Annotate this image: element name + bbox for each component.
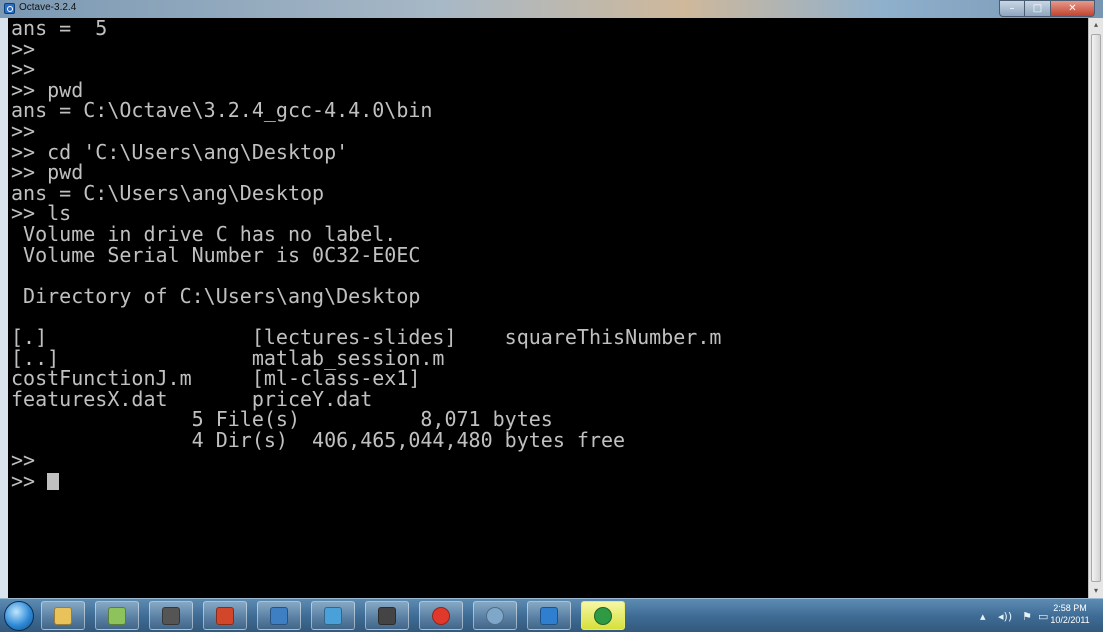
octave-app-icon xyxy=(4,3,15,14)
console-line: >> xyxy=(8,59,1088,80)
minimize-button[interactable]: – xyxy=(999,0,1025,17)
scroll-thumb[interactable] xyxy=(1091,34,1101,582)
console-line: [..] matlab_session.m xyxy=(8,347,1088,369)
camera-icon xyxy=(378,606,396,625)
scroll-down-arrow-icon[interactable]: ▾ xyxy=(1089,584,1103,598)
console-line-text: Volume Serial Number is 0C32-E0EC xyxy=(11,242,421,267)
console-line: Volume Serial Number is 0C32-E0EC xyxy=(8,242,1088,267)
action-center-flag-icon[interactable]: ⚑ xyxy=(1022,610,1032,623)
network-icon xyxy=(270,606,288,625)
connection-icon xyxy=(324,606,342,625)
console-line: >> xyxy=(8,450,1088,471)
octave-window: Octave-3.2.4 – □ ✕ ans = 5 >> >> >> pwd ans … xyxy=(0,0,1103,598)
console-line: >> pwd xyxy=(8,162,1088,183)
notepad-icon xyxy=(108,606,126,625)
vertical-scrollbar[interactable]: ▴ ▾ xyxy=(1088,18,1103,598)
chrome-icon xyxy=(432,606,450,625)
console-line: >> ls xyxy=(8,203,1088,224)
script-icon xyxy=(540,606,558,625)
powerpoint-icon xyxy=(216,606,234,625)
console-line: >> xyxy=(8,38,1088,60)
console-line-text: ans = C:\Octave\3.2.4_gcc-4.4.0\bin xyxy=(11,98,433,123)
text-cursor xyxy=(47,473,60,491)
clock-date: 10/2/2011 xyxy=(1050,615,1090,625)
console-output[interactable]: ans = 5 >> >> >> pwd ans = C:\Octave\3.2.4_g… xyxy=(8,18,1088,598)
taskbar-button-camera[interactable] xyxy=(365,601,409,630)
camtasia-icon xyxy=(594,606,612,625)
console-line: Directory of C:\Users\ang\Desktop xyxy=(8,283,1088,308)
volume-icon[interactable]: ◂)) xyxy=(998,610,1012,623)
taskbar-button-windows-explorer[interactable] xyxy=(41,601,85,630)
console-line: 5 File(s) 8,071 bytes xyxy=(8,409,1088,430)
windows-explorer-icon xyxy=(54,606,72,625)
console-line: ans = 5 xyxy=(8,18,1088,39)
title-bar[interactable]: Octave-3.2.4 – □ ✕ xyxy=(0,0,1103,18)
taskbar-button-webcam[interactable] xyxy=(473,601,517,630)
taskbar-button-notepad[interactable] xyxy=(95,601,139,630)
console-line-text: >> xyxy=(11,469,48,494)
show-hidden-icons-arrow-icon[interactable]: ▴ xyxy=(980,610,986,623)
maximize-button[interactable]: □ xyxy=(1025,0,1051,17)
clock[interactable]: 2:58 PM 10/2/2011 xyxy=(1042,602,1098,626)
webcam-icon xyxy=(486,606,504,625)
taskbar-button-cmd[interactable] xyxy=(149,601,193,630)
console-line-text: Directory of C:\Users\ang\Desktop xyxy=(11,283,421,308)
window-controls: – □ ✕ xyxy=(999,0,1095,18)
close-button[interactable]: ✕ xyxy=(1051,0,1095,17)
console-line: [.] [lectures-slides] squareThisNumber.m xyxy=(8,327,1088,348)
taskbar-button-script[interactable] xyxy=(527,601,571,630)
taskbar-button-connection[interactable] xyxy=(311,601,355,630)
console-line: featuresX.dat priceY.dat xyxy=(8,388,1088,410)
console-line-text: 4 Dir(s) 406,465,044,480 bytes free xyxy=(11,427,626,452)
console-line: >> xyxy=(8,121,1088,142)
taskbar-button-network[interactable] xyxy=(257,601,301,630)
console-line: 4 Dir(s) 406,465,044,480 bytes free xyxy=(8,430,1088,451)
clock-time: 2:58 PM xyxy=(1053,603,1087,613)
taskbar-button-camtasia[interactable] xyxy=(581,601,625,630)
taskbar-button-powerpoint[interactable] xyxy=(203,601,247,630)
console-line: >> pwd xyxy=(8,79,1088,101)
scroll-up-arrow-icon[interactable]: ▴ xyxy=(1089,18,1103,32)
window-title: Octave-3.2.4 xyxy=(19,2,77,13)
taskbar-button-chrome[interactable] xyxy=(419,601,463,630)
taskbar: ▴ ◂)) ⚑ ▭ 2:58 PM 10/2/2011 xyxy=(0,598,1103,632)
start-button[interactable] xyxy=(4,601,34,631)
console-line: Volume in drive C has no label. xyxy=(8,224,1088,245)
console-line: >> cd 'C:\Users\ang\Desktop' xyxy=(8,141,1088,163)
console-line: ans = C:\Users\ang\Desktop xyxy=(8,182,1088,204)
console-line: >> xyxy=(8,471,1088,492)
console-line: ans = C:\Octave\3.2.4_gcc-4.4.0\bin xyxy=(8,100,1088,121)
console-line: costFunctionJ.m [ml-class-ex1] xyxy=(8,368,1088,389)
cmd-icon xyxy=(162,606,180,625)
console-lines: ans = 5 >> >> >> pwd ans = C:\Octave\3.2.4_g… xyxy=(8,18,1088,492)
